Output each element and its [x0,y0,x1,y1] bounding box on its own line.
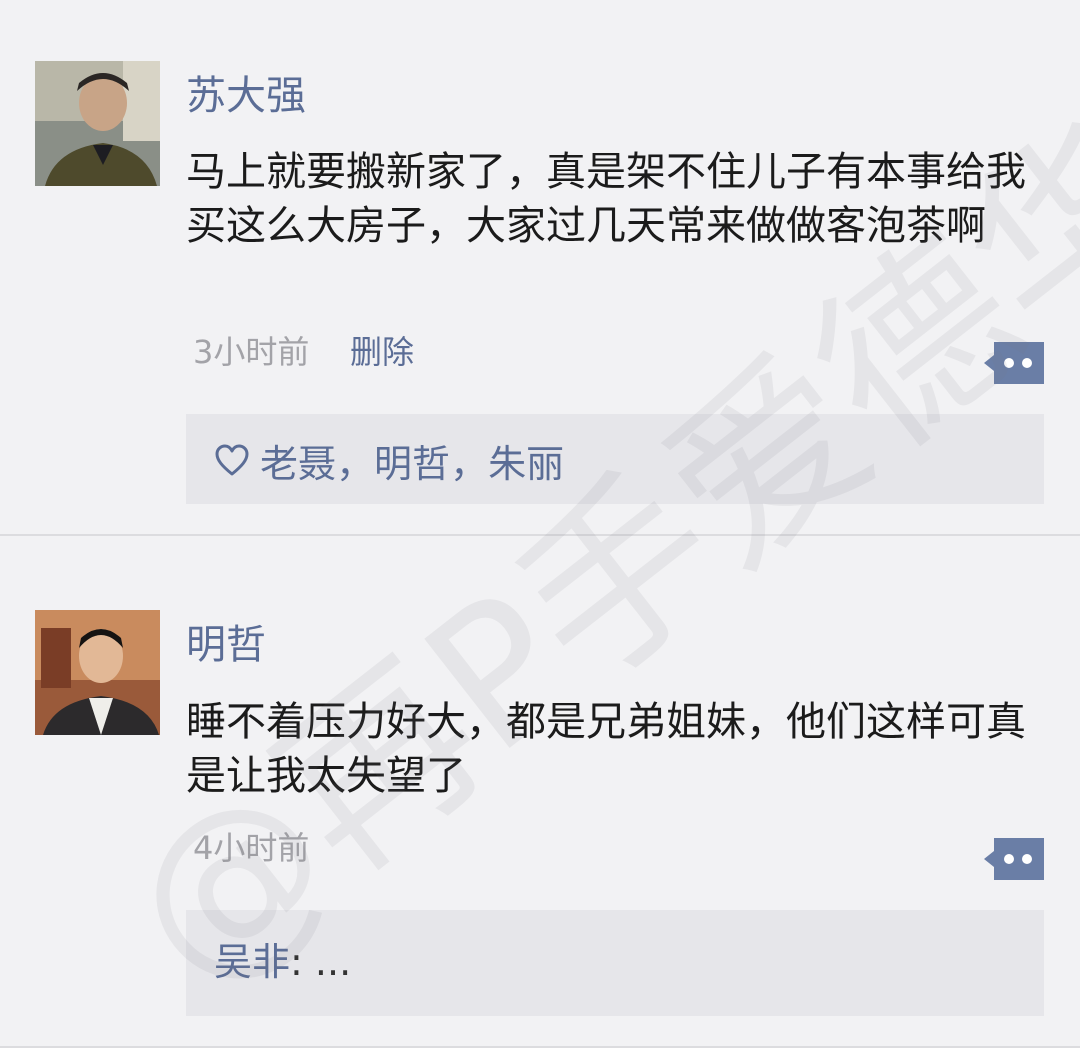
comment-author[interactable]: 吴非 [214,940,290,984]
comment-text: ... [302,940,352,984]
liker-name[interactable]: 明哲 [374,433,450,488]
avatar[interactable] [35,61,160,186]
delete-button[interactable]: 删除 [350,332,414,372]
moment-post: 苏大强 马上就要搬新家了，真是架不住儿子有本事给我买这么大房子，大家过几天常来做… [0,0,1080,534]
heart-outline-icon [214,443,250,477]
post-author-name[interactable]: 苏大强 [186,71,306,121]
comment-more-icon [984,838,1044,880]
comments-panel: 吴非: ... [186,910,1044,1016]
comment-more-button[interactable] [984,838,1044,880]
comment-item[interactable]: 吴非: ... [214,938,351,986]
comment-separator: : [290,940,303,984]
avatar[interactable] [35,610,160,735]
comment-more-button[interactable] [984,342,1044,384]
post-author-name[interactable]: 明哲 [186,620,266,670]
liker-name[interactable]: 老聂 [260,433,336,488]
liker-name[interactable]: 朱丽 [488,433,564,488]
comment-more-icon [984,342,1044,384]
likes-panel: 老聂 ， 明哲 ， 朱丽 [186,414,1044,504]
post-text: 马上就要搬新家了，真是架不住儿子有本事给我买这么大房子，大家过几天常来做做客泡茶… [186,149,1026,249]
moment-post: 明哲 睡不着压力好大，都是兄弟姐妹，他们这样可真是让我太失望了 4小时前 吴非:… [0,536,1080,1046]
liker-separator: ， [336,441,375,486]
post-text: 睡不着压力好大，都是兄弟姐妹，他们这样可真是让我太失望了 [186,699,1026,799]
likes-row: 老聂 ， 明哲 ， 朱丽 [214,436,564,486]
liker-separator: ， [450,441,489,486]
post-timestamp: 4小时前 [193,829,310,867]
post-timestamp: 3小时前 [193,333,310,371]
